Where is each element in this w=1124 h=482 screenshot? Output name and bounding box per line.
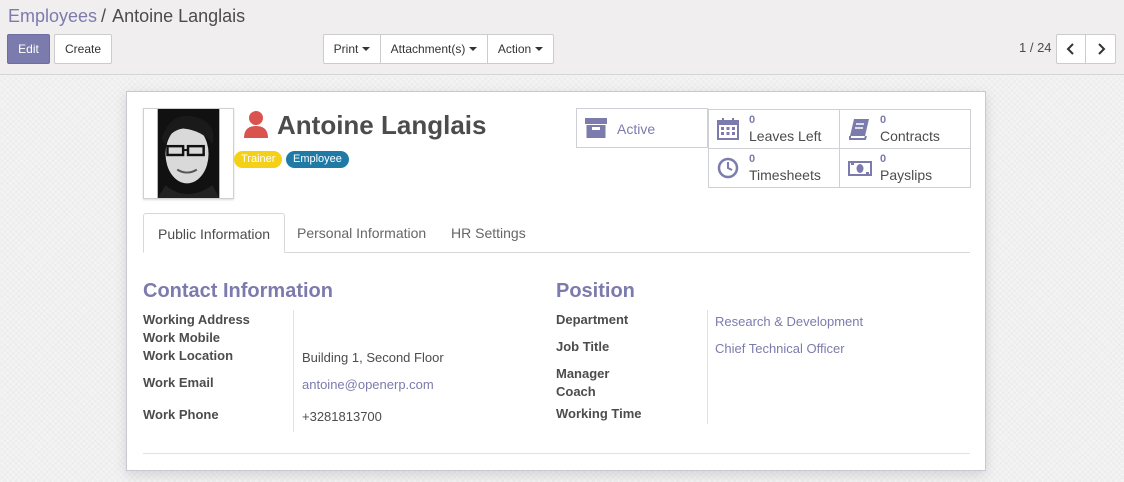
timesheets-label: Timesheets — [749, 167, 821, 183]
tag-employee[interactable]: Employee — [286, 151, 349, 168]
leaves-left-label: Leaves Left — [749, 128, 822, 144]
timesheets-count: 0 — [749, 153, 756, 165]
breadcrumb-separator: / — [101, 6, 107, 26]
control-panel: Employees / Antoine Langlais Edit Create P… — [0, 0, 1124, 75]
work-phone-value: +3281813700 — [302, 409, 382, 424]
archive-icon — [585, 118, 607, 138]
pager-previous-button[interactable] — [1056, 34, 1086, 64]
caret-down-icon — [362, 47, 371, 51]
breadcrumb-employees-link[interactable]: Employees — [8, 6, 97, 26]
tab-public-information[interactable]: Public Information — [143, 213, 286, 253]
tab-personal-information[interactable]: Personal Information — [283, 213, 440, 253]
breadcrumb-current: Antoine Langlais — [112, 6, 246, 26]
department-link[interactable]: Research & Development — [715, 314, 863, 329]
caret-down-icon — [535, 47, 544, 51]
employee-user-icon — [244, 111, 268, 138]
position-column-divider — [707, 310, 708, 424]
contact-information-title: Contact Information — [143, 280, 333, 302]
breadcrumb: Employees / Antoine Langlais — [8, 6, 245, 27]
contact-column-divider — [293, 310, 294, 432]
payslips-label: Payslips — [880, 167, 933, 183]
work-email-label: Work Email — [143, 375, 214, 390]
job-title-label: Job Title — [556, 339, 610, 354]
contracts-label: Contracts — [880, 128, 940, 144]
chevron-right-icon — [1097, 43, 1105, 55]
working-address-label: Working Address — [143, 312, 250, 327]
leaves-left-button[interactable]: 0 Leaves Left — [708, 109, 840, 149]
coach-label: Coach — [556, 384, 596, 399]
timesheets-button[interactable]: 0 Timesheets — [708, 148, 840, 188]
employee-name: Antoine Langlais — [277, 110, 487, 140]
print-label: Print — [333, 42, 359, 56]
work-mobile-label: Work Mobile — [143, 330, 221, 345]
action-label: Action — [497, 42, 532, 56]
pager-value[interactable]: 1 / 24 — [1019, 40, 1052, 55]
print-dropdown[interactable]: Print — [323, 34, 381, 64]
tab-hr-settings[interactable]: HR Settings — [437, 213, 540, 253]
employee-photo-image — [144, 109, 233, 198]
payslips-count: 0 — [880, 153, 887, 165]
active-toggle-button[interactable]: Active — [576, 108, 708, 148]
leaves-left-count: 0 — [749, 114, 756, 126]
work-phone-label: Work Phone — [143, 407, 219, 422]
edit-button[interactable]: Edit — [7, 34, 50, 64]
caret-down-icon — [469, 47, 478, 51]
work-email-link[interactable]: antoine@openerp.com — [302, 377, 434, 392]
pager-next-button[interactable] — [1085, 34, 1116, 64]
chevron-left-icon — [1066, 43, 1074, 55]
tag-trainer[interactable]: Trainer — [234, 151, 283, 168]
department-label: Department — [556, 312, 629, 327]
active-label: Active — [617, 121, 656, 137]
attachments-dropdown[interactable]: Attachment(s) — [380, 34, 488, 64]
employee-form-sheet: Antoine Langlais Trainer Employee Active… — [126, 91, 986, 471]
calendar-icon — [717, 118, 739, 140]
contracts-count: 0 — [880, 114, 887, 126]
money-icon — [848, 161, 872, 176]
work-location-label: Work Location — [143, 348, 234, 363]
work-location-value: Building 1, Second Floor — [302, 350, 444, 365]
working-time-label: Working Time — [556, 406, 642, 421]
job-title-value: Chief Technical Officer — [715, 341, 845, 356]
position-title: Position — [556, 280, 635, 302]
book-icon — [849, 119, 869, 140]
manager-label: Manager — [556, 366, 610, 381]
attachments-label: Attachment(s) — [390, 42, 466, 56]
employee-photo[interactable] — [143, 108, 234, 199]
action-dropdown[interactable]: Action — [487, 34, 554, 64]
create-button[interactable]: Create — [54, 34, 112, 64]
payslips-button[interactable]: 0 Payslips — [839, 148, 971, 188]
contracts-button[interactable]: 0 Contracts — [839, 109, 971, 149]
clock-icon — [717, 157, 739, 179]
sheet-bottom-divider — [143, 453, 970, 454]
